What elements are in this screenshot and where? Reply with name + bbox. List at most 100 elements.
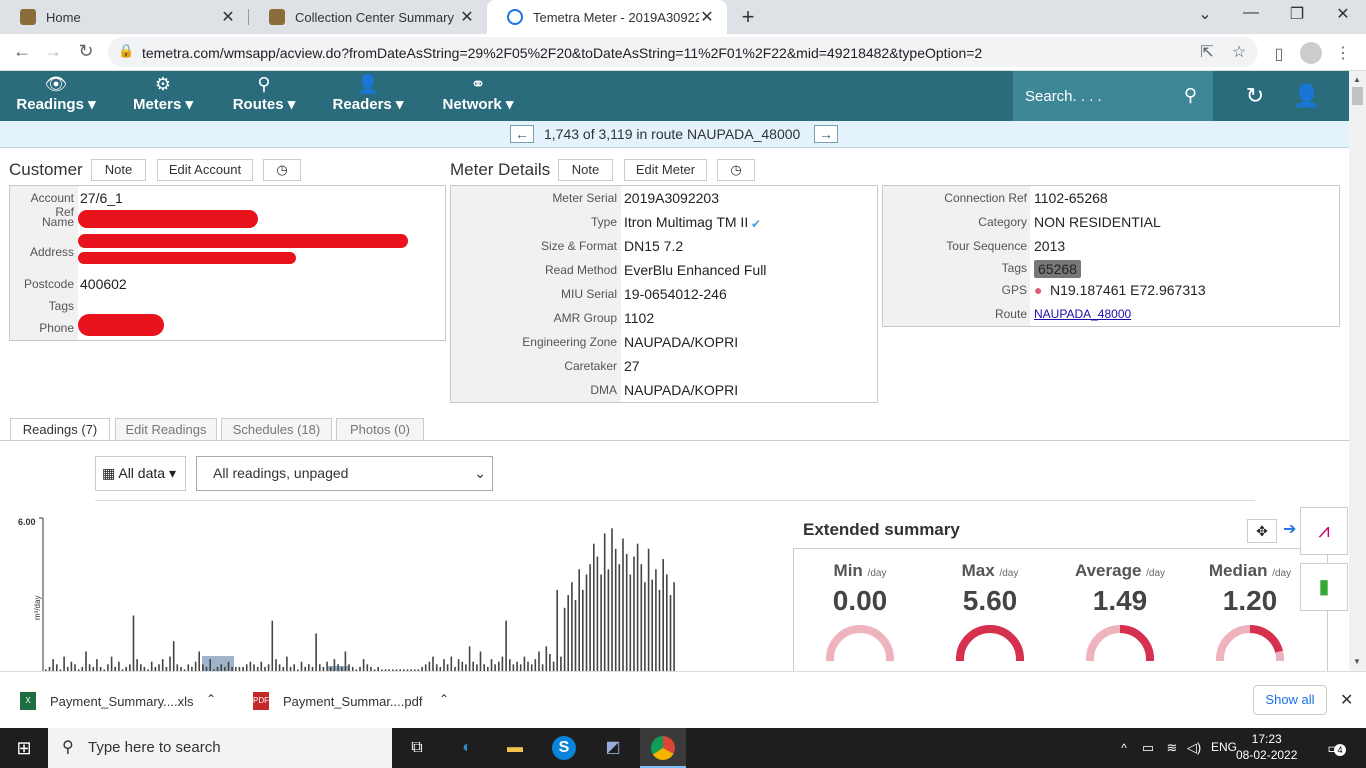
tag-badge[interactable]: 65268 bbox=[1034, 260, 1081, 278]
move-arrows-icon[interactable]: ✥ bbox=[1247, 519, 1277, 543]
customer-note-button[interactable]: Note bbox=[91, 159, 146, 181]
stat-gauge bbox=[956, 625, 1024, 661]
tab-schedules[interactable]: Schedules (18) bbox=[221, 418, 332, 441]
back-arrow-icon[interactable]: ← bbox=[11, 41, 33, 62]
battery-icon[interactable]: ▮ bbox=[1300, 563, 1348, 611]
profile-avatar-icon[interactable] bbox=[1300, 42, 1322, 64]
menu-readings[interactable]: 👁 Readings ▾ bbox=[14, 71, 98, 121]
download-item-pdf[interactable]: PDF Payment_Summar....pdf ⌃ bbox=[253, 684, 458, 718]
meter-field-row: Meter Serial 2019A3092203 bbox=[451, 188, 877, 210]
battery-tray-icon[interactable]: ▭ bbox=[1136, 736, 1160, 760]
close-tab-icon[interactable]: ✕ bbox=[220, 7, 236, 27]
redaction-mark bbox=[78, 234, 408, 248]
edit-account-button[interactable]: Edit Account bbox=[157, 159, 253, 181]
menu-meters[interactable]: ⚙ Meters ▾ bbox=[128, 71, 198, 121]
chrome-taskbar-item[interactable] bbox=[640, 728, 686, 768]
verified-check-icon[interactable]: ✔ bbox=[751, 217, 761, 231]
tab-photos[interactable]: Photos (0) bbox=[336, 418, 424, 441]
y-axis-top-tick: 6.00 bbox=[18, 517, 36, 527]
chart-bar bbox=[523, 656, 526, 672]
date-range-dropdown[interactable]: ▦ All data ▾ bbox=[95, 456, 186, 491]
chevron-up-icon[interactable]: ⌃ bbox=[439, 692, 449, 706]
task-view-icon[interactable]: ⧉ bbox=[405, 736, 429, 760]
sidebar-icon[interactable]: ▯ bbox=[1270, 44, 1288, 64]
bookmark-star-icon[interactable]: ☆ bbox=[1230, 42, 1248, 62]
page-scrollbar[interactable]: ▲ ▼ bbox=[1349, 71, 1366, 671]
tab-title: Temetra Meter - 2019A3092203 bbox=[533, 9, 699, 25]
stat-gauge bbox=[1216, 625, 1284, 661]
file-explorer-icon[interactable]: ▬ bbox=[503, 736, 527, 760]
chart-toggle-icon[interactable]: ⩘ bbox=[1300, 507, 1348, 555]
chart-bar bbox=[644, 582, 646, 672]
calendar-icon: ▦ bbox=[102, 465, 116, 481]
reader-person-icon: 👤 bbox=[356, 74, 380, 94]
language-indicator[interactable]: ENG bbox=[1211, 740, 1237, 754]
hidden-icons-chevron-icon[interactable]: ^ bbox=[1112, 736, 1136, 760]
meter-note-button[interactable]: Note bbox=[558, 159, 613, 181]
close-tab-icon[interactable]: ✕ bbox=[699, 7, 715, 27]
kebab-menu-icon[interactable]: ⋮ bbox=[1334, 43, 1352, 63]
stat-label: Min bbox=[833, 561, 863, 580]
search-placeholder: Search. . . . bbox=[1025, 88, 1102, 105]
tab-title: Home bbox=[46, 9, 81, 25]
wifi-icon[interactable]: ≋ bbox=[1160, 736, 1184, 760]
skype-icon[interactable]: S bbox=[552, 736, 576, 760]
user-menu-icon[interactable]: 👤 bbox=[1292, 83, 1322, 109]
browser-tab-meter[interactable]: Temetra Meter - 2019A3092203 ✕ bbox=[487, 0, 727, 34]
close-window-icon[interactable]: ✕ bbox=[1331, 4, 1355, 24]
meters-icon: ⚙ bbox=[154, 74, 172, 94]
edge-browser-icon[interactable]: ◐ bbox=[455, 736, 479, 760]
share-icon[interactable]: ⇱ bbox=[1198, 42, 1216, 62]
search-icon[interactable]: ⚲ bbox=[1184, 85, 1197, 106]
close-tab-icon[interactable]: ✕ bbox=[459, 7, 475, 27]
tab-search-chevron-icon[interactable]: ⌄ bbox=[1193, 4, 1217, 24]
menu-routes[interactable]: ⚲ Routes ▾ bbox=[230, 71, 298, 121]
lock-icon[interactable]: 🔒 bbox=[118, 43, 134, 59]
customer-field-tags: Tags bbox=[48, 299, 74, 313]
meter-field-label: Read Method bbox=[544, 263, 617, 277]
readings-filter-select[interactable]: All readings, unpaged ⌄ bbox=[196, 456, 493, 491]
map-pin-icon[interactable]: ● bbox=[1034, 282, 1042, 298]
route-link[interactable]: NAUPADA_48000 bbox=[1034, 307, 1131, 321]
meter-field-value: DN15 7.2 bbox=[624, 238, 684, 254]
windows-start-icon[interactable]: ⊞ bbox=[12, 736, 36, 760]
chart-bar bbox=[85, 651, 87, 672]
refresh-icon[interactable]: ↻ bbox=[1240, 83, 1270, 109]
address-bar[interactable]: 🔒 temetra.com/wmsapp/acview.do?fromDateA… bbox=[108, 37, 1258, 67]
connection-field-tags: Tags 65268 bbox=[883, 258, 1339, 280]
next-meter-button[interactable]: → bbox=[814, 125, 838, 143]
menu-network[interactable]: ⚭ Network ▾ bbox=[438, 71, 518, 121]
customer-history-icon[interactable]: ◷ bbox=[263, 159, 301, 181]
download-item-xls[interactable]: X Payment_Summary....xls ⌃ bbox=[20, 684, 225, 718]
chart-bar bbox=[607, 569, 610, 672]
restore-icon[interactable]: ❐ bbox=[1285, 4, 1309, 24]
new-tab-plus-icon[interactable]: + bbox=[738, 4, 758, 30]
taskbar-search-input[interactable]: ⚲ Type here to search bbox=[48, 728, 392, 768]
chevron-up-icon[interactable]: ⌃ bbox=[206, 692, 216, 706]
app-search-input[interactable]: Search. . . . ⚲ bbox=[1013, 71, 1213, 121]
tab-readings[interactable]: Readings (7) bbox=[10, 418, 110, 441]
chart-bar bbox=[479, 651, 482, 672]
menu-readers[interactable]: 👤 Readers ▾ bbox=[330, 71, 406, 121]
volume-icon[interactable]: ◁) bbox=[1182, 736, 1206, 760]
y-axis-label: m³/day bbox=[33, 596, 42, 620]
previous-meter-button[interactable]: ← bbox=[510, 125, 534, 143]
meter-field-value: 27 bbox=[624, 358, 640, 374]
browser-tab-home[interactable]: Home ✕ bbox=[0, 0, 248, 34]
route-position-text: 1,743 of 3,119 in route NAUPADA_48000 bbox=[544, 126, 801, 142]
show-all-downloads-button[interactable]: Show all bbox=[1253, 685, 1327, 715]
chart-bar bbox=[468, 646, 471, 672]
browser-tab-collection[interactable]: Collection Center Summary ✕ bbox=[249, 0, 487, 34]
system-clock[interactable]: 17:23 08-02-2022 bbox=[1236, 731, 1297, 763]
chevron-down-icon: ⌄ bbox=[474, 465, 486, 481]
edit-meter-button[interactable]: Edit Meter bbox=[624, 159, 707, 181]
reload-icon[interactable]: ↻ bbox=[75, 41, 97, 62]
meter-history-icon[interactable]: ◷ bbox=[717, 159, 755, 181]
minimize-icon[interactable]: — bbox=[1239, 4, 1263, 22]
downloads-bar: X Payment_Summary....xls ⌃ PDF Payment_S… bbox=[0, 671, 1366, 728]
forward-arrow-icon[interactable]: → bbox=[42, 41, 64, 62]
tab-edit-readings[interactable]: Edit Readings bbox=[115, 418, 217, 441]
stat-gauge-fill bbox=[956, 625, 1024, 661]
close-downloads-icon[interactable]: ✕ bbox=[1340, 690, 1353, 710]
app-icon[interactable]: ◩ bbox=[601, 736, 625, 760]
